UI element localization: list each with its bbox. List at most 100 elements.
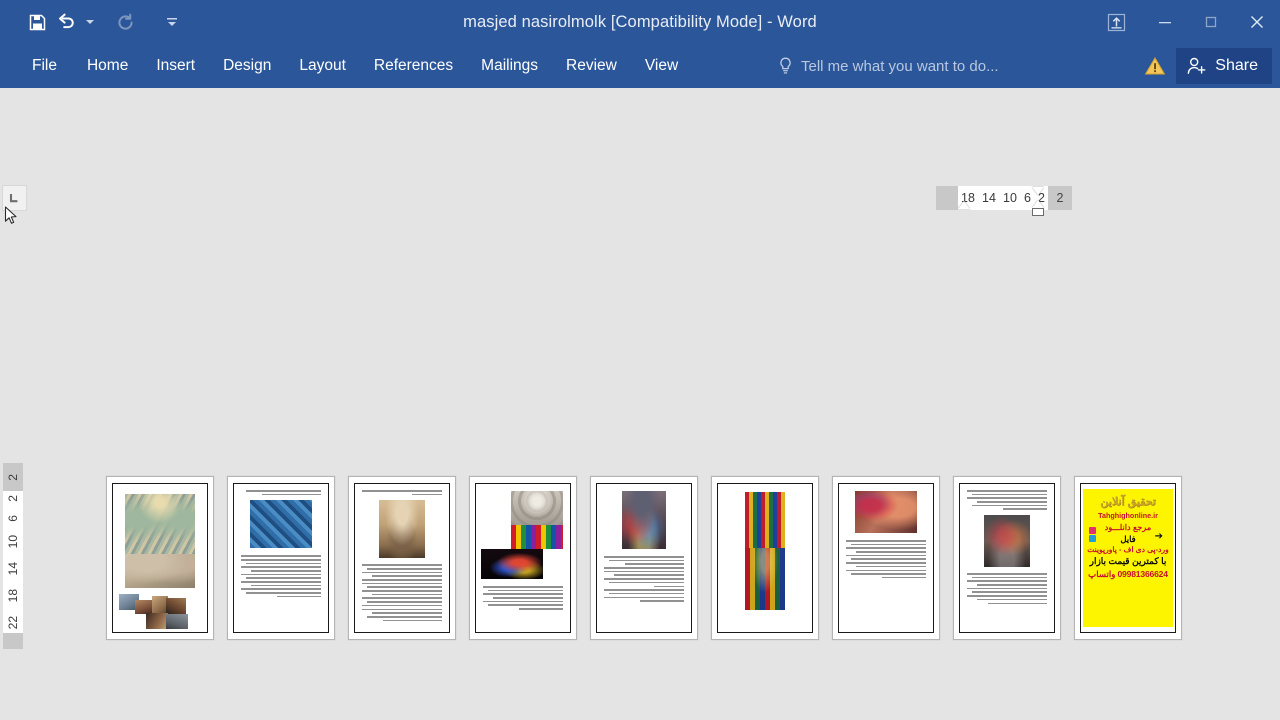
ruler-number-10: 10	[1003, 191, 1017, 205]
page-content	[600, 487, 688, 629]
arched-interior-photo	[984, 515, 1030, 568]
paragraph-body	[600, 549, 688, 602]
ad-app-badges	[1089, 527, 1096, 542]
share-button[interactable]: Share	[1176, 48, 1272, 84]
chevron-down-icon	[86, 20, 94, 24]
left-tab-stop-icon	[9, 193, 18, 202]
page-thumbnail-2[interactable]	[227, 476, 335, 640]
undo-dropdown-button[interactable]	[82, 7, 98, 37]
minimize-icon	[1159, 22, 1171, 24]
save-button[interactable]	[22, 7, 52, 37]
page-thumbnail-7[interactable]	[832, 476, 940, 640]
ruler-number-6: 6	[1024, 191, 1031, 205]
restore-icon	[1205, 16, 1217, 28]
hanging-indent-marker[interactable]	[1032, 187, 1044, 195]
ribbon-options-icon	[1107, 13, 1125, 31]
photo-collage	[116, 594, 204, 629]
vault-photo	[125, 554, 195, 588]
tab-review[interactable]: Review	[552, 44, 631, 88]
page-thumbnails: تحقیق آنلاین Tahghighonline.ir مرجع دانل…	[106, 476, 1182, 640]
badge-icon-2	[1089, 535, 1096, 542]
title-bar: masjed nasirolmolk [Compatibility Mode] …	[0, 0, 1280, 44]
ad-line-4: با کمترین قیمت بازار	[1089, 555, 1167, 566]
minimize-button[interactable]	[1142, 0, 1188, 44]
ad-line-2: فایل	[1120, 533, 1136, 544]
tab-stop-selector-button[interactable]	[2, 185, 27, 211]
paragraph-body	[479, 579, 567, 610]
page-thumbnail-4[interactable]	[469, 476, 577, 640]
ribbon-tabs: File Home Insert Design Layout Reference…	[16, 44, 692, 88]
tab-home[interactable]: Home	[73, 44, 142, 88]
page-thumbnail-8[interactable]	[953, 476, 1061, 640]
redo-button[interactable]	[110, 7, 140, 37]
page-thumbnail-5[interactable]	[590, 476, 698, 640]
restore-button[interactable]	[1188, 0, 1234, 44]
ribbon-display-options-button[interactable]	[1090, 0, 1142, 44]
page-thumbnail-9[interactable]: تحقیق آنلاین Tahghighonline.ir مرجع دانل…	[1074, 476, 1182, 640]
ruler-right-margin-number: 2	[1048, 186, 1072, 210]
tab-design[interactable]: Design	[209, 44, 285, 88]
close-button[interactable]	[1234, 0, 1280, 44]
window-title: masjed nasirolmolk [Compatibility Mode] …	[463, 13, 817, 31]
document-warning-button[interactable]	[1134, 44, 1176, 88]
tab-references[interactable]: References	[360, 44, 467, 88]
ruler-number-14: 14	[982, 191, 996, 205]
ad-title: تحقیق آنلاین	[1100, 496, 1156, 508]
light-on-floor-photo	[481, 549, 543, 579]
ad-website-url: Tahghighonline.ir	[1098, 510, 1158, 520]
paragraph-top	[963, 487, 1051, 511]
customize-qat-icon	[167, 18, 177, 26]
dome-ceiling-photo	[125, 494, 195, 554]
undo-button[interactable]	[52, 7, 82, 37]
tab-file[interactable]: File	[16, 44, 73, 88]
collage-photo-5	[146, 613, 168, 629]
tab-insert[interactable]: Insert	[142, 44, 209, 88]
paragraph-body	[842, 533, 930, 579]
paragraph-body	[237, 548, 325, 598]
page-content	[963, 487, 1051, 629]
paragraph-top	[358, 487, 446, 496]
vertical-ruler[interactable]: 2 2 6 10 14 18 22	[3, 463, 23, 649]
corridor-arches-photo	[379, 500, 425, 559]
right-indent-marker[interactable]	[1032, 208, 1044, 216]
close-icon	[1251, 16, 1263, 28]
ad-phone-number: 09981366624	[1117, 568, 1168, 579]
page-content	[237, 487, 325, 629]
horizontal-ruler[interactable]: 18 14 10 6 2 2	[936, 186, 1072, 210]
tall-stained-windows-photo	[745, 492, 785, 548]
left-arrow-icon: ➔	[1154, 531, 1163, 542]
left-indent-marker[interactable]	[1032, 200, 1044, 208]
tab-view[interactable]: View	[631, 44, 692, 88]
tab-layout[interactable]: Layout	[285, 44, 360, 88]
blue-tilework-photo	[250, 500, 312, 549]
vruler-margin-number: 2	[6, 473, 20, 481]
tell-me-placeholder: Tell me what you want to do...	[801, 57, 999, 75]
page-thumbnail-1[interactable]	[106, 476, 214, 640]
vruler-number-2: 2	[6, 495, 20, 502]
tab-mailings[interactable]: Mailings	[467, 44, 552, 88]
page-content	[116, 487, 204, 629]
share-person-icon	[1187, 57, 1206, 74]
vruler-number-14: 14	[6, 562, 20, 576]
document-workspace[interactable]: 18 14 10 6 2 2 2 2 6 10 14 18 22 تحقیق آ…	[0, 88, 1280, 720]
page-thumbnail-3[interactable]	[348, 476, 456, 640]
collage-photo-6	[166, 614, 188, 629]
arched-window-light-photo	[745, 548, 785, 610]
stained-glass-window-photo	[511, 525, 563, 549]
vruler-numbers: 2 6 10 14 18 22	[3, 491, 23, 633]
ad-phone-row: 09981366624 واتساپ	[1088, 569, 1168, 580]
tell-me-search[interactable]: Tell me what you want to do...	[778, 44, 999, 88]
share-button-label: Share	[1215, 57, 1258, 74]
page-content	[842, 487, 930, 629]
ad-line-1: مرجع دانلـــود	[1104, 522, 1152, 532]
customize-quick-access-toolbar-button[interactable]	[164, 7, 180, 37]
lightbulb-icon	[780, 57, 791, 74]
paragraph-body	[358, 558, 446, 622]
pink-mosque-window-photo	[855, 491, 917, 533]
vault-ceiling-photo	[511, 491, 563, 525]
page-thumbnail-6[interactable]	[711, 476, 819, 640]
first-line-indent-marker[interactable]	[958, 201, 970, 209]
quick-access-toolbar	[22, 0, 180, 44]
warning-triangle-icon	[1145, 57, 1166, 75]
page-content	[479, 487, 567, 629]
